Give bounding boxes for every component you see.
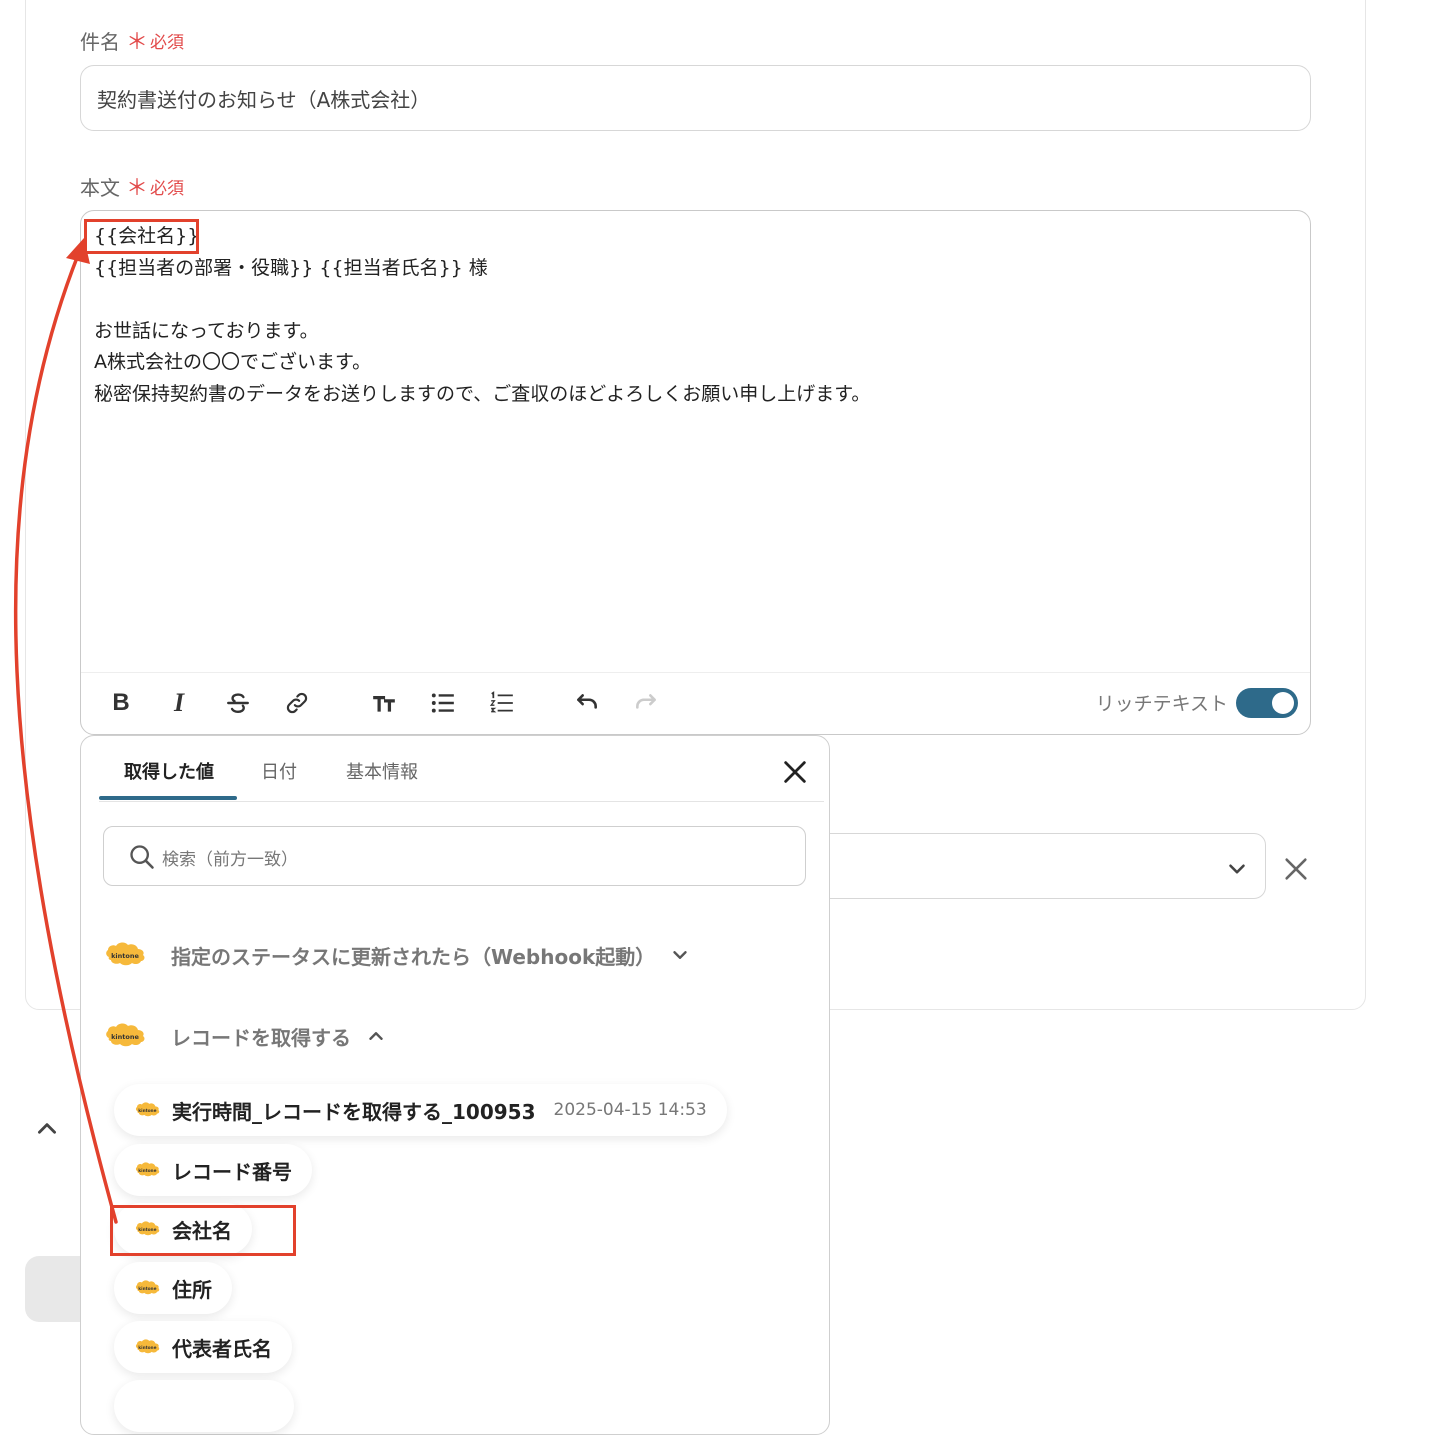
active-tab-indicator xyxy=(99,796,237,800)
required-star: ＊ xyxy=(126,30,149,55)
subject-label-text: 件名 xyxy=(80,29,120,54)
body-line: 秘密保持契約書のデータをお送りしますので、ご査収のほどよろしくお願い申し上げます… xyxy=(94,382,871,405)
redo-icon xyxy=(636,694,656,709)
svg-text:kintone: kintone xyxy=(138,1108,156,1114)
body-line: A株式会社の〇〇でございます。 xyxy=(94,351,372,373)
chevron-up-icon[interactable] xyxy=(365,1025,387,1047)
bold-button[interactable]: B xyxy=(105,687,137,719)
kintone-logo-icon: kintone xyxy=(103,1021,149,1051)
body-label-text: 本文 xyxy=(80,175,120,200)
variable-item[interactable]: kintone 代表者氏名 xyxy=(114,1321,292,1373)
close-icon[interactable] xyxy=(781,758,809,786)
body-text[interactable]: {{会社名}} {{担当者の部署・役職}} {{担当者氏名}} 様 お世話になっ… xyxy=(94,221,870,410)
redo-button[interactable] xyxy=(630,687,662,719)
editor-toolbar: B I リッチテキスト xyxy=(81,672,1310,734)
link-button[interactable] xyxy=(281,687,313,719)
bullet-list-button[interactable] xyxy=(427,687,459,719)
body-line: お世話になっております。 xyxy=(94,319,319,342)
required-text: 必須 xyxy=(150,32,185,53)
chevron-down-icon[interactable] xyxy=(1224,856,1250,882)
variable-name: 代表者氏名 xyxy=(172,1336,272,1361)
search-placeholder: 検索（前方一致） xyxy=(162,850,298,870)
svg-text:kintone: kintone xyxy=(138,1286,156,1292)
chevron-down-icon[interactable] xyxy=(669,944,691,966)
variable-picker-panel: 取得した値 日付 基本情報 検索（前方一致） kintone 指定のステータスに… xyxy=(80,735,830,1435)
subject-input[interactable]: 契約書送付のお知らせ（A株式会社） xyxy=(80,65,1311,131)
tab-basic-info[interactable]: 基本情報 xyxy=(346,758,418,784)
variable-item[interactable]: kintone 住所 xyxy=(114,1262,232,1314)
link-icon xyxy=(286,692,308,714)
variable-item[interactable] xyxy=(114,1380,294,1432)
font-size-button[interactable] xyxy=(368,687,400,719)
svg-text:kintone: kintone xyxy=(111,1033,139,1041)
highlight-box-variable xyxy=(84,219,199,254)
body-label: 本文 ＊ 必須 xyxy=(80,170,184,202)
kintone-logo-icon: kintone xyxy=(134,1278,162,1298)
background-select[interactable] xyxy=(800,833,1266,899)
close-icon[interactable] xyxy=(1282,855,1310,883)
toggle-knob xyxy=(1272,692,1294,714)
body-line xyxy=(94,284,870,316)
subject-label: 件名 ＊ 必須 xyxy=(80,24,184,56)
variable-name: レコード番号 xyxy=(172,1159,292,1184)
numbered-list-button[interactable] xyxy=(486,687,518,719)
strikethrough-button[interactable] xyxy=(222,687,254,719)
svg-text:kintone: kintone xyxy=(138,1168,156,1174)
tab-date[interactable]: 日付 xyxy=(261,758,297,784)
rich-text-toggle[interactable] xyxy=(1236,688,1298,718)
body-editor[interactable]: {{会社名}} {{担当者の部署・役職}} {{担当者氏名}} 様 お世話になっ… xyxy=(80,210,1311,735)
search-input[interactable]: 検索（前方一致） xyxy=(103,826,806,886)
bullet-list-icon xyxy=(431,693,454,713)
kintone-logo-icon: kintone xyxy=(134,1160,162,1180)
panel-tabs: 取得した値 日付 基本情報 xyxy=(99,736,824,802)
group-webhook-trigger[interactable]: kintone 指定のステータスに更新されたら（Webhook起動） xyxy=(103,940,691,970)
search-icon xyxy=(130,845,154,869)
numbered-list-icon xyxy=(489,691,513,713)
text-size-icon xyxy=(373,695,395,712)
variable-item[interactable]: kintone レコード番号 xyxy=(114,1144,312,1196)
subject-value: 契約書送付のお知らせ（A株式会社） xyxy=(97,87,431,112)
variable-value: 2025-04-15 14:53 xyxy=(553,1100,707,1120)
kintone-logo-icon: kintone xyxy=(134,1337,162,1357)
kintone-logo-icon: kintone xyxy=(134,1100,162,1120)
undo-icon xyxy=(577,694,597,709)
kintone-logo-icon: kintone xyxy=(103,940,149,970)
required-text: 必須 xyxy=(150,178,185,199)
undo-button[interactable] xyxy=(571,687,603,719)
body-line: {{担当者の部署・役職}} {{担当者氏名}} 様 xyxy=(94,256,488,279)
group-get-record[interactable]: kintone レコードを取得する xyxy=(103,1021,387,1051)
svg-text:kintone: kintone xyxy=(138,1345,156,1351)
italic-button[interactable]: I xyxy=(163,687,195,719)
variable-item[interactable]: kintone 実行時間_レコードを取得する_100953 2025-04-15… xyxy=(114,1084,727,1136)
highlight-box-item xyxy=(110,1205,296,1256)
rich-text-label: リッチテキスト xyxy=(1095,693,1228,715)
chevron-up-icon[interactable] xyxy=(34,1116,60,1142)
group-title: 指定のステータスに更新されたら（Webhook起動） xyxy=(171,944,656,969)
variable-name: 住所 xyxy=(172,1277,212,1302)
svg-text:kintone: kintone xyxy=(111,952,139,960)
group-title: レコードを取得する xyxy=(171,1025,351,1050)
variable-name: 実行時間_レコードを取得する_100953 xyxy=(172,1099,536,1124)
required-star: ＊ xyxy=(126,176,149,201)
strikethrough-icon xyxy=(227,693,249,713)
body-line: {{会社名}} xyxy=(94,225,200,247)
tab-acquired-values[interactable]: 取得した値 xyxy=(124,758,214,784)
